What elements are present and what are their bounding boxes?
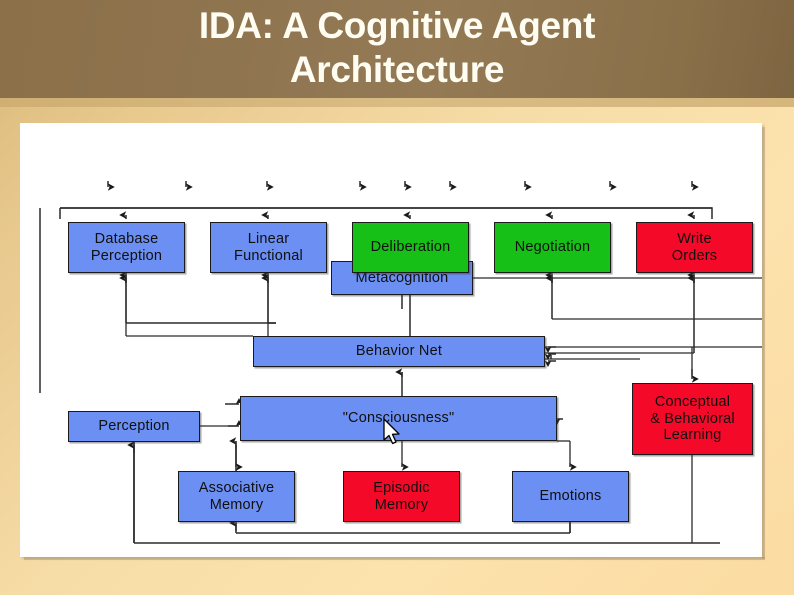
panel-shadow-bottom (24, 557, 765, 560)
node-write-orders[interactable]: Write Orders (636, 222, 753, 273)
node-database-perception[interactable]: Database Perception (68, 222, 185, 273)
panel-shadow-right (762, 127, 765, 559)
node-conceptual-behavioral-learning[interactable]: Conceptual & Behavioral Learning (632, 383, 753, 455)
page-title: IDA: A Cognitive Agent Architecture (198, 5, 596, 90)
node-emotions[interactable]: Emotions (512, 471, 629, 522)
banner-underline (0, 98, 794, 107)
node-associative-memory[interactable]: Associative Memory (178, 471, 295, 522)
node-consciousness[interactable]: "Consciousness" (240, 396, 557, 441)
node-linear-functional[interactable]: Linear Functional (210, 222, 327, 273)
slide-canvas: IDA: A Cognitive Agent Architecture Meta… (0, 0, 794, 595)
node-behavior-net[interactable]: Behavior Net (253, 336, 545, 367)
node-perception[interactable]: Perception (68, 411, 200, 442)
node-deliberation[interactable]: Deliberation (352, 222, 469, 273)
node-negotiation[interactable]: Negotiation (494, 222, 611, 273)
title-banner: IDA: A Cognitive Agent Architecture (0, 0, 794, 98)
node-episodic-memory[interactable]: Episodic Memory (343, 471, 460, 522)
